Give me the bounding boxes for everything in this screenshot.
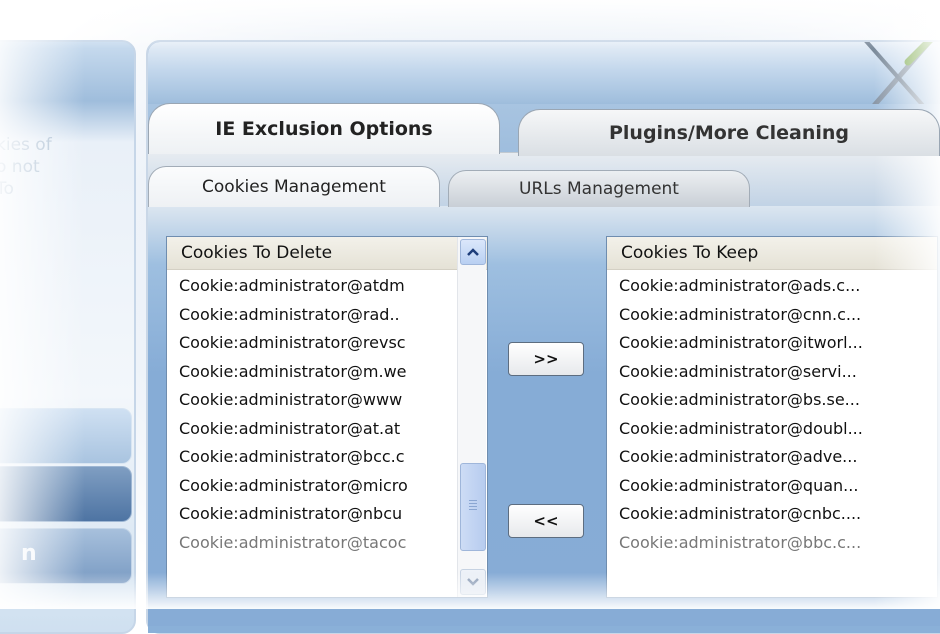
cookie-items: Cookie:administrator@ads.c... Cookie:adm… <box>607 270 937 557</box>
tab-label: IE Exclusion Options <box>215 118 433 140</box>
subtab-cookies-management[interactable]: Cookies Management <box>148 166 440 207</box>
left-nav-button[interactable] <box>0 408 132 464</box>
list-item[interactable]: Cookie:administrator@doubl... <box>607 415 937 444</box>
list-item[interactable]: Cookie:administrator@m.we <box>167 358 447 387</box>
list-item[interactable]: Cookie:administrator@adve... <box>607 443 937 472</box>
scroll-thumb[interactable] <box>460 463 486 551</box>
move-to-delete-button[interactable]: << <box>508 504 584 538</box>
move-to-keep-button[interactable]: >> <box>508 342 584 376</box>
tab-plugins-more-cleaning[interactable]: Plugins/More Cleaning <box>518 109 940 156</box>
left-nav-button-active[interactable] <box>0 466 132 522</box>
cookies-to-delete-list[interactable]: Cookies To Delete Cookie:administrator@a… <box>166 236 488 598</box>
subtab-urls-management[interactable]: URLs Management <box>448 170 750 207</box>
left-desc-line: To <box>0 179 14 199</box>
subtab-label: Cookies Management <box>202 177 386 197</box>
app-window: kies of o not To n IE Exclusion Options … <box>0 0 940 634</box>
list-item[interactable]: Cookie:administrator@bcc.c <box>167 443 447 472</box>
subtab-label: URLs Management <box>519 179 679 199</box>
list-item[interactable]: Cookie:administrator@at.at <box>167 415 447 444</box>
list-header: Cookies To Delete <box>167 237 487 270</box>
button-label: << <box>533 512 559 530</box>
list-item[interactable]: Cookie:administrator@nbcu <box>167 500 447 529</box>
list-item[interactable]: Cookie:administrator@rad.. <box>167 301 447 330</box>
list-item[interactable]: Cookie:administrator@quan... <box>607 472 937 501</box>
list-item[interactable]: Cookie:administrator@micro <box>167 472 447 501</box>
list-item[interactable]: Cookie:administrator@cnbc.... <box>607 500 937 529</box>
chevron-up-icon <box>467 248 479 256</box>
tab-label: Plugins/More Cleaning <box>608 122 849 144</box>
main-header <box>148 42 940 130</box>
cookies-to-keep-list[interactable]: Cookies To Keep Cookie:administrator@ads… <box>606 236 938 598</box>
left-nav-button-label: n <box>21 541 37 566</box>
list-item[interactable]: Cookie:administrator@revsc <box>167 329 447 358</box>
left-desc-line: kies of <box>0 135 52 155</box>
tab-ie-exclusion-options[interactable]: IE Exclusion Options <box>148 103 500 154</box>
list-item[interactable]: Cookie:administrator@bbc.c... <box>607 529 937 558</box>
list-item[interactable]: Cookie:administrator@tacoc <box>167 529 447 558</box>
list-item[interactable]: Cookie:administrator@servi... <box>607 358 937 387</box>
chevron-down-icon <box>467 578 479 586</box>
list-item[interactable]: Cookie:administrator@www <box>167 386 447 415</box>
list-item[interactable]: Cookie:administrator@ads.c... <box>607 272 937 301</box>
scroll-up-button[interactable] <box>460 239 486 265</box>
scroll-down-button[interactable] <box>460 569 486 595</box>
list-item[interactable]: Cookie:administrator@atdm <box>167 272 447 301</box>
vertical-scrollbar[interactable] <box>457 237 486 597</box>
left-desc-line: o not <box>0 157 40 177</box>
list-header: Cookies To Keep <box>607 237 937 270</box>
list-item[interactable]: Cookie:administrator@bs.se... <box>607 386 937 415</box>
cookie-items: Cookie:administrator@atdm Cookie:adminis… <box>167 270 487 557</box>
list-item[interactable]: Cookie:administrator@itworl... <box>607 329 937 358</box>
grip-icon <box>469 500 477 512</box>
button-label: >> <box>533 350 559 368</box>
list-item[interactable]: Cookie:administrator@cnn.c... <box>607 301 937 330</box>
left-nav-button[interactable]: n <box>0 528 132 584</box>
left-panel-description: kies of o not To <box>0 134 106 200</box>
